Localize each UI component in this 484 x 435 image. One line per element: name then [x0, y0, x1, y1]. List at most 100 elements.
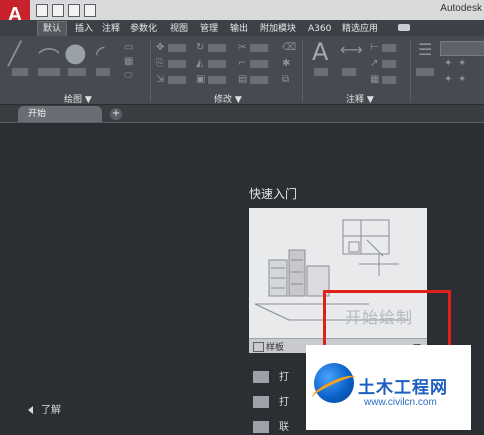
trim-tool-icon[interactable]: ✂: [238, 42, 246, 53]
ribbon-separator: [410, 40, 411, 102]
layer-tool-icon[interactable]: ✦: [458, 74, 466, 85]
watermark-logo-icon: [309, 363, 359, 404]
rotate-tool-icon[interactable]: ↻: [196, 42, 204, 53]
connect-icon: [253, 421, 269, 433]
stretch-label: [168, 76, 186, 84]
sheet-set-icon: [253, 396, 269, 408]
view-options-icon[interactable]: [398, 24, 410, 31]
tab-output[interactable]: 输出: [230, 22, 248, 36]
linear-dim-icon[interactable]: ⊢: [370, 42, 379, 53]
template-icon: [253, 342, 264, 352]
chevron-down-icon: ▼: [366, 95, 374, 105]
rectangle-tool-icon[interactable]: ▭: [124, 42, 133, 53]
layer-dropdown[interactable]: [440, 41, 484, 56]
quick-access-toolbar: [36, 4, 96, 17]
watermark-title: 土木工程网: [358, 378, 448, 398]
mirror-tool-icon[interactable]: ◭: [196, 58, 204, 69]
action-label: 联: [279, 422, 289, 433]
explode-tool-icon[interactable]: ✱: [282, 58, 290, 69]
tab-annotate[interactable]: 注释: [102, 22, 120, 36]
table-tool-icon[interactable]: ▦: [370, 74, 379, 85]
panel-name: 注释: [346, 95, 365, 105]
open-files-action[interactable]: 打: [253, 368, 289, 383]
move-tool-icon[interactable]: ✥: [156, 42, 164, 53]
line-tool-icon[interactable]: ╱: [8, 42, 21, 67]
fillet-label: [250, 60, 268, 68]
leader-label: [382, 60, 396, 68]
move-label: [168, 44, 186, 52]
panel-name: 修改: [214, 95, 233, 105]
polyline-label: [38, 68, 60, 76]
title-bar: Autodesk: [0, 0, 484, 20]
ribbon-tab-bar: 默认 插入 注释 参数化 视图 管理 输出 附加模块 A360 精选应用: [0, 20, 484, 36]
open-folder-icon[interactable]: [52, 4, 64, 17]
table-label: [382, 76, 396, 84]
stretch-tool-icon[interactable]: ⇲: [156, 74, 164, 85]
scale-label: [208, 76, 226, 84]
linear-label: [382, 44, 396, 52]
tab-view[interactable]: 视图: [170, 22, 188, 36]
tab-a360[interactable]: A360: [308, 22, 331, 36]
action-label: 打: [279, 372, 289, 383]
text-tool-icon[interactable]: A: [312, 38, 328, 66]
line-label: [12, 68, 28, 76]
tab-manage[interactable]: 管理: [200, 22, 218, 36]
chevron-down-icon: ▼: [234, 95, 242, 105]
connect-action[interactable]: 联: [253, 418, 289, 433]
panel-label-draw[interactable]: 绘图 ▼: [64, 92, 92, 105]
panel-name: 绘图: [64, 95, 83, 105]
layer-properties-icon[interactable]: ☰: [418, 40, 432, 59]
ellipse-tool-icon[interactable]: ⬭: [124, 70, 133, 81]
scale-tool-icon[interactable]: ▣: [196, 74, 205, 85]
leader-tool-icon[interactable]: ↗: [370, 58, 378, 69]
new-file-icon[interactable]: [36, 4, 48, 17]
hatch-tool-icon[interactable]: ▦: [124, 56, 133, 67]
text-label: [314, 68, 328, 76]
print-icon[interactable]: [84, 4, 96, 17]
tab-featured-apps[interactable]: 精选应用: [342, 22, 378, 36]
layer-label: [416, 68, 434, 76]
offset-tool-icon[interactable]: ⧉: [282, 74, 289, 85]
arc-tool-icon[interactable]: ◜: [96, 42, 105, 67]
layer-tool-icon[interactable]: ✦: [444, 74, 452, 85]
array-label: [250, 76, 268, 84]
tab-parametric[interactable]: 参数化: [130, 22, 157, 36]
folder-icon: [253, 371, 269, 383]
ribbon-separator: [302, 40, 303, 102]
action-label: 打: [279, 397, 289, 408]
save-icon[interactable]: [68, 4, 80, 17]
fillet-tool-icon[interactable]: ⌐: [238, 58, 246, 69]
file-tab-bar: 开始 +: [0, 105, 484, 123]
tab-insert[interactable]: 插入: [75, 22, 93, 36]
quick-start-heading: 快速入门: [249, 187, 298, 201]
rotate-label: [208, 44, 226, 52]
watermark-url: www.civilcn.com: [364, 397, 437, 408]
back-arrow-icon: [28, 406, 33, 414]
arc-label: [96, 68, 110, 76]
layer-tool-icon[interactable]: ✦: [444, 58, 452, 69]
tab-default[interactable]: 默认: [37, 21, 68, 36]
copy-tool-icon[interactable]: ⎘: [156, 58, 164, 69]
trim-label: [250, 44, 268, 52]
chevron-down-icon: ▼: [84, 95, 92, 105]
plus-icon[interactable]: +: [110, 108, 122, 120]
circle-tool-icon[interactable]: ●: [64, 38, 87, 68]
dimension-tool-icon[interactable]: ⟷: [340, 40, 363, 59]
watermark: 土木工程网 www.civilcn.com: [306, 345, 471, 430]
erase-tool-icon[interactable]: ⌫: [282, 42, 296, 53]
mirror-label: [208, 60, 226, 68]
tab-addins[interactable]: 附加模块: [260, 22, 296, 36]
circle-label: [68, 68, 86, 76]
learn-label: 了解: [41, 405, 61, 416]
learn-link[interactable]: 了解: [28, 401, 61, 416]
copy-label: [168, 60, 186, 68]
panel-label-annotation[interactable]: 注释 ▼: [346, 92, 374, 105]
tab-start[interactable]: 开始: [18, 106, 102, 122]
dimension-label: [342, 68, 356, 76]
panel-label-modify[interactable]: 修改 ▼: [214, 92, 242, 105]
window-title: Autodesk: [440, 3, 482, 14]
layer-tool-icon[interactable]: ✦: [458, 58, 466, 69]
array-tool-icon[interactable]: ▤: [238, 74, 247, 85]
ribbon-separator: [150, 40, 151, 102]
open-sheet-set-action[interactable]: 打: [253, 393, 289, 408]
